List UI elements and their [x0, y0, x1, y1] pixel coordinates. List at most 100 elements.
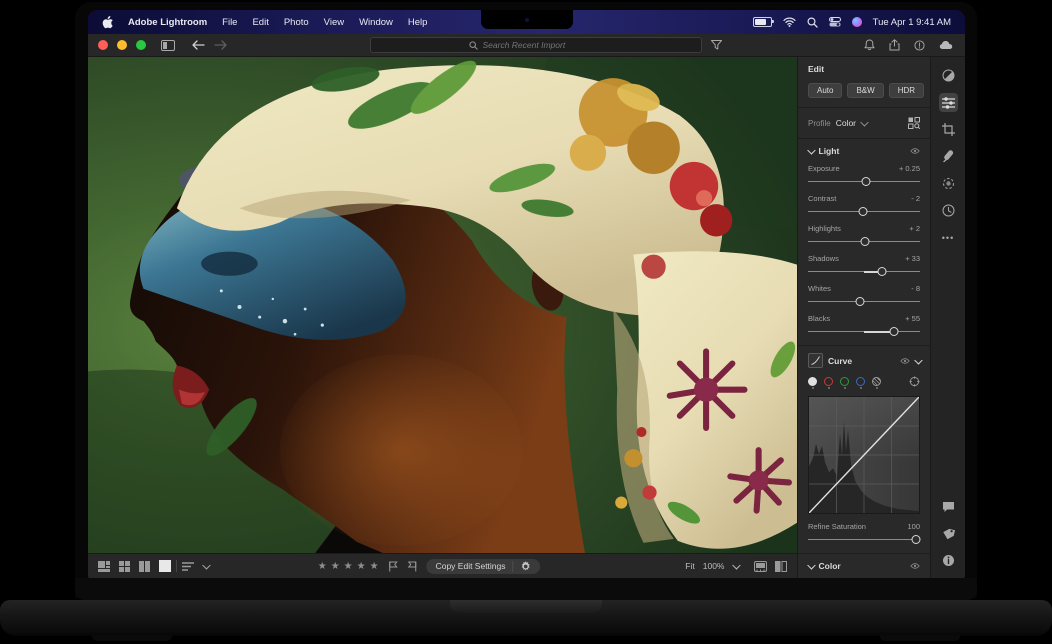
curve-visibility-eye-icon[interactable] — [900, 357, 910, 365]
zoom-fit-label[interactable]: Fit — [685, 561, 694, 571]
split-view-icon[interactable] — [775, 561, 787, 572]
grid-square-view-icon[interactable] — [119, 561, 130, 572]
menu-view[interactable]: View — [324, 17, 344, 28]
slider-thumb[interactable] — [877, 267, 886, 276]
slider-track[interactable] — [808, 237, 920, 246]
flag-pick-icon[interactable] — [389, 561, 399, 572]
sync-status-icon[interactable] — [914, 40, 925, 51]
photo-canvas[interactable] — [88, 57, 797, 553]
curve-section-title[interactable]: Curve — [828, 356, 852, 366]
color-collapse-chevron[interactable] — [808, 561, 816, 569]
channel-red-dot[interactable] — [824, 377, 833, 386]
versions-history-icon[interactable] — [939, 201, 958, 220]
copy-edit-settings-button[interactable]: Copy Edit Settings — [436, 561, 506, 571]
presets-icon[interactable] — [939, 66, 958, 85]
info-icon[interactable] — [939, 551, 958, 570]
color-visibility-eye-icon[interactable] — [910, 562, 920, 570]
slider-track[interactable] — [808, 177, 920, 186]
menu-file[interactable]: File — [222, 17, 237, 28]
menu-photo[interactable]: Photo — [284, 17, 309, 28]
star-icon[interactable]: ★ — [331, 561, 341, 572]
slider-thumb[interactable] — [858, 207, 867, 216]
back-arrow-icon[interactable] — [192, 40, 205, 50]
profile-value-dropdown[interactable]: Color — [836, 118, 856, 128]
slider-thumb[interactable] — [861, 237, 870, 246]
siri-icon[interactable] — [852, 17, 862, 27]
menu-help[interactable]: Help — [408, 17, 428, 28]
control-center-icon[interactable] — [829, 17, 841, 27]
zoom-level-value[interactable]: 100% — [703, 561, 725, 571]
channel-green-dot[interactable] — [840, 377, 849, 386]
comments-icon[interactable] — [939, 497, 958, 516]
masking-icon[interactable] — [939, 174, 958, 193]
forward-arrow-icon[interactable] — [214, 40, 227, 50]
slider-track[interactable] — [808, 535, 920, 544]
menu-app-name[interactable]: Adobe Lightroom — [128, 17, 207, 28]
search-input[interactable] — [483, 40, 603, 50]
sidebar-toggle-icon[interactable] — [161, 40, 175, 51]
slider-thumb[interactable] — [862, 177, 871, 186]
star-icon[interactable]: ★ — [357, 561, 367, 572]
zoom-chevron-icon[interactable] — [732, 561, 740, 569]
light-collapse-chevron[interactable] — [808, 146, 816, 154]
star-icon[interactable]: ★ — [318, 561, 328, 572]
tone-curve-graph[interactable] — [808, 396, 920, 514]
app-toolbar — [88, 34, 965, 57]
profile-chevron-icon[interactable] — [861, 118, 869, 126]
channel-blue-dot[interactable] — [856, 377, 865, 386]
channel-parametric-dot[interactable] — [872, 377, 881, 386]
filter-funnel-icon[interactable] — [711, 40, 722, 50]
wifi-icon[interactable] — [783, 17, 796, 27]
healing-brush-icon[interactable] — [939, 147, 958, 166]
keywords-tag-icon[interactable] — [939, 524, 958, 543]
flag-reject-icon[interactable] — [408, 561, 418, 572]
menu-window[interactable]: Window — [359, 17, 393, 28]
compare-view-icon[interactable] — [139, 561, 150, 572]
light-section-title[interactable]: Light — [819, 146, 840, 156]
channel-rgb-dot[interactable] — [808, 377, 817, 386]
refine-saturation-label: Refine Saturation — [808, 522, 866, 531]
search-bar[interactable] — [370, 37, 702, 53]
crop-icon[interactable] — [939, 120, 958, 139]
slider-track[interactable] — [808, 267, 920, 276]
window-zoom-button[interactable] — [136, 40, 146, 50]
settings-gear-icon[interactable] — [521, 561, 532, 572]
hdr-button[interactable]: HDR — [889, 83, 924, 98]
sort-icon[interactable] — [182, 562, 194, 571]
window-minimize-button[interactable] — [117, 40, 127, 50]
targeted-adjustment-icon[interactable] — [909, 376, 920, 387]
bw-button[interactable]: B&W — [847, 83, 883, 98]
notifications-bell-icon[interactable] — [864, 39, 875, 51]
menu-edit[interactable]: Edit — [252, 17, 268, 28]
filmstrip-toggle-icon[interactable] — [754, 561, 767, 572]
slider-label: Blacks — [808, 314, 830, 323]
slider-track[interactable] — [808, 327, 920, 336]
slider-thumb[interactable] — [911, 535, 920, 544]
slider-label: Whites — [808, 284, 831, 293]
auto-button[interactable]: Auto — [808, 83, 842, 98]
battery-icon[interactable] — [753, 17, 772, 27]
window-close-button[interactable] — [98, 40, 108, 50]
slider-thumb[interactable] — [890, 327, 899, 336]
color-section-title[interactable]: Color — [819, 561, 841, 571]
sort-chevron-icon[interactable] — [203, 561, 211, 569]
slider-track[interactable] — [808, 207, 920, 216]
more-options-icon[interactable]: ••• — [939, 228, 958, 247]
grid-mixed-view-icon[interactable] — [98, 561, 110, 572]
apple-logo-icon[interactable] — [102, 16, 113, 29]
detail-view-icon[interactable] — [159, 560, 171, 572]
slider-thumb[interactable] — [855, 297, 864, 306]
slider-track[interactable] — [808, 297, 920, 306]
spotlight-search-icon[interactable] — [807, 17, 818, 28]
edit-sliders-icon[interactable] — [939, 93, 958, 112]
profile-browser-icon[interactable] — [908, 117, 920, 129]
edit-panel-title: Edit — [808, 64, 824, 74]
cloud-icon[interactable] — [939, 40, 953, 50]
star-rating[interactable]: ★ ★ ★ ★ ★ — [318, 561, 380, 572]
star-icon[interactable]: ★ — [344, 561, 354, 572]
light-visibility-eye-icon[interactable] — [910, 147, 920, 155]
menu-clock[interactable]: Tue Apr 1 9:41 AM — [873, 17, 951, 28]
share-icon[interactable] — [889, 39, 900, 51]
curve-collapse-chevron[interactable] — [914, 356, 922, 364]
star-icon[interactable]: ★ — [370, 561, 380, 572]
